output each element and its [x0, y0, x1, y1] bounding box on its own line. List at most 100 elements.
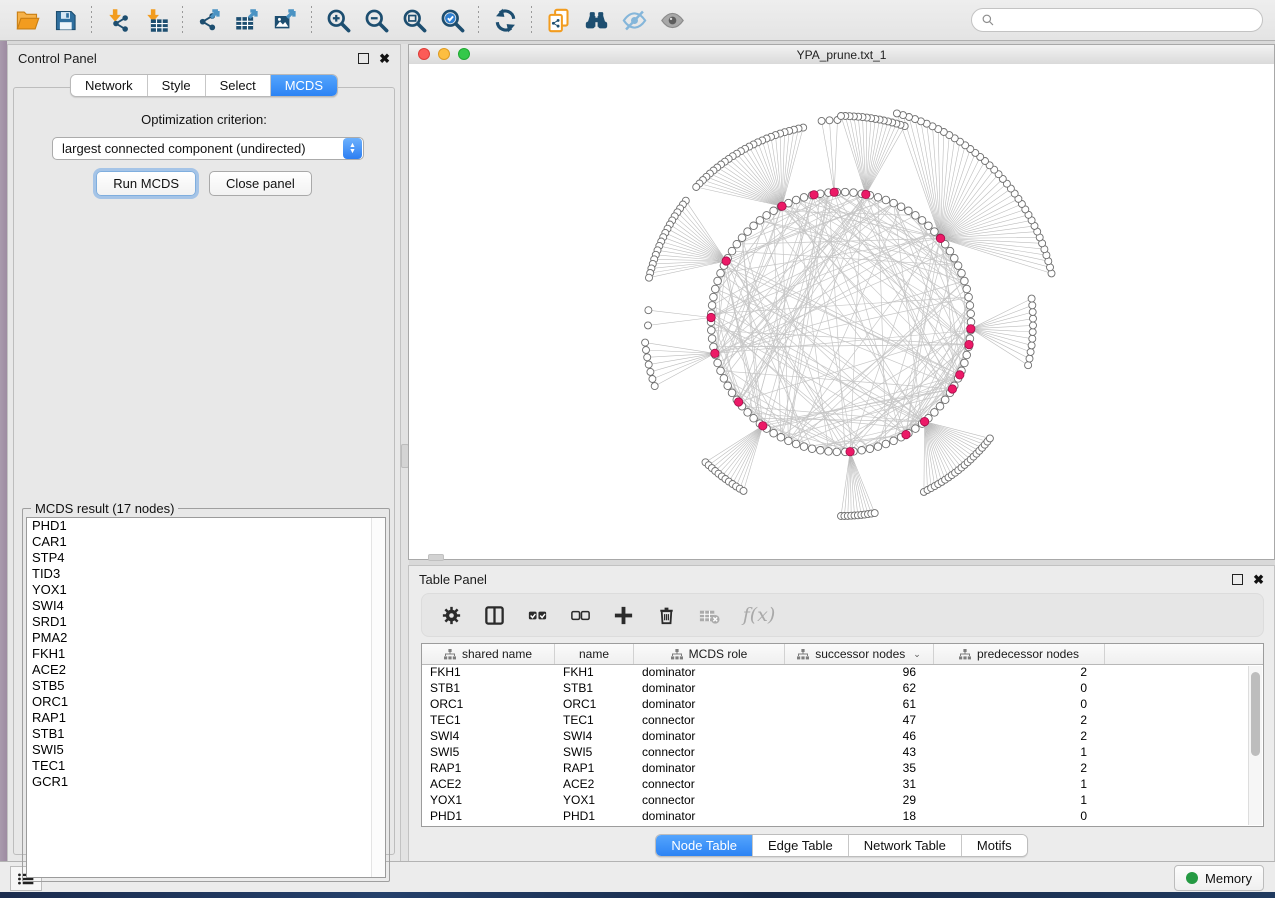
mcds-result-item[interactable]: STB1 [27, 726, 385, 742]
mcds-result-item[interactable]: PHD1 [27, 518, 385, 534]
tab-edge-table[interactable]: Edge Table [753, 835, 849, 856]
float-panel-icon[interactable] [358, 53, 369, 64]
run-mcds-button[interactable]: Run MCDS [96, 171, 196, 196]
table-row[interactable]: STB1STB1dominator620 [422, 681, 1263, 697]
zoom-fit-button[interactable] [395, 3, 433, 37]
mcds-result-item[interactable]: SWI4 [27, 598, 385, 614]
export-network-button[interactable] [190, 3, 228, 37]
deselect-all-button[interactable] [565, 600, 595, 630]
mcds-result-item[interactable]: TID3 [27, 566, 385, 582]
mcds-result-item[interactable]: CAR1 [27, 534, 385, 550]
network-window-titlebar[interactable]: YPA_prune.txt_1 [409, 45, 1274, 65]
tab-network[interactable]: Network [71, 75, 148, 96]
table-row[interactable]: RAP1RAP1dominator352 [422, 761, 1263, 777]
mcds-result-item[interactable]: STB5 [27, 678, 385, 694]
table-row[interactable]: SWI4SWI4dominator462 [422, 729, 1263, 745]
export-table-button[interactable] [228, 3, 266, 37]
close-table-panel-icon[interactable]: ✖ [1253, 575, 1264, 584]
refresh-button[interactable] [486, 3, 524, 37]
cell-shared_name: ACE2 [422, 777, 555, 793]
delete-column-icon [655, 604, 678, 627]
attribute-icon [797, 649, 809, 660]
result-list-scrollbar[interactable] [371, 518, 385, 877]
settings-icon [440, 604, 463, 627]
mcds-result-item[interactable]: FKH1 [27, 646, 385, 662]
mcds-result-item[interactable]: STP4 [27, 550, 385, 566]
cell-name: YOX1 [555, 793, 634, 809]
network-canvas[interactable] [409, 64, 1274, 559]
table-row[interactable]: PHD1PHD1dominator180 [422, 809, 1263, 825]
mcds-result-item[interactable]: PMA2 [27, 630, 385, 646]
duplicate-network-icon [545, 7, 572, 34]
import-table-button[interactable] [137, 3, 175, 37]
toolbar-separator [182, 6, 183, 34]
mcds-result-item[interactable]: SRD1 [27, 614, 385, 630]
split-view-button[interactable] [479, 600, 509, 630]
table-row[interactable]: TEC1TEC1connector472 [422, 713, 1263, 729]
mcds-result-item[interactable]: SWI5 [27, 742, 385, 758]
zoom-selected-button[interactable] [433, 3, 471, 37]
tab-motifs[interactable]: Motifs [962, 835, 1027, 856]
tab-select[interactable]: Select [206, 75, 271, 96]
column-header-shared-name[interactable]: shared name [422, 644, 555, 664]
table-scrollbar-thumb[interactable] [1251, 672, 1260, 756]
close-panel-icon[interactable]: ✖ [379, 54, 390, 63]
table-row[interactable]: YOX1YOX1connector291 [422, 793, 1263, 809]
tab-network-table[interactable]: Network Table [849, 835, 962, 856]
select-all-button[interactable] [522, 600, 552, 630]
mcds-result-item[interactable]: TEC1 [27, 758, 385, 774]
hide-selected-button[interactable] [615, 3, 653, 37]
search-network-button[interactable] [577, 3, 615, 37]
settings-button[interactable] [436, 600, 466, 630]
function-builder-icon: f(x) [743, 604, 776, 626]
table-row[interactable]: ORC1ORC1dominator610 [422, 697, 1263, 713]
table-row[interactable]: ACE2ACE2connector311 [422, 777, 1263, 793]
add-column-button[interactable] [608, 600, 638, 630]
delete-column-button[interactable] [651, 600, 681, 630]
search-input[interactable] [1001, 12, 1253, 28]
memory-button[interactable]: Memory [1174, 865, 1264, 891]
duplicate-network-button[interactable] [539, 3, 577, 37]
network-search-field[interactable] [971, 8, 1263, 32]
optimization-criterion-dropdown[interactable]: largest connected component (undirected)… [52, 137, 364, 160]
column-header-MCDS-role[interactable]: MCDS role [634, 644, 785, 664]
cell-successor_nodes: 61 [785, 697, 934, 713]
column-header-predecessor-nodes[interactable]: predecessor nodes [934, 644, 1105, 664]
delete-table-button[interactable] [694, 600, 724, 630]
horizontal-splitter-grip[interactable] [428, 554, 444, 561]
window-maximize-icon[interactable] [458, 48, 470, 60]
mcds-result-item[interactable]: GCR1 [27, 774, 385, 790]
export-image-button[interactable] [266, 3, 304, 37]
network-graph[interactable] [409, 64, 1274, 559]
open-file-button[interactable] [8, 3, 46, 37]
window-close-icon[interactable] [418, 48, 430, 60]
close-panel-button[interactable]: Close panel [209, 171, 312, 196]
cell-mcds_role: connector [634, 777, 785, 793]
mcds-result-item[interactable]: ORC1 [27, 694, 385, 710]
function-builder-button[interactable]: f(x) [737, 600, 781, 630]
mcds-result-item[interactable]: RAP1 [27, 710, 385, 726]
tab-style[interactable]: Style [148, 75, 206, 96]
table-scrollbar[interactable] [1248, 666, 1262, 825]
table-header-row: shared namenameMCDS rolesuccessor nodes⌄… [422, 644, 1263, 665]
import-network-button[interactable] [99, 3, 137, 37]
tab-mcds[interactable]: MCDS [271, 75, 337, 96]
mcds-result-item[interactable]: ACE2 [27, 662, 385, 678]
cell-successor_nodes: 29 [785, 793, 934, 809]
show-all-button[interactable] [653, 3, 691, 37]
cell-predecessor_nodes: 2 [934, 713, 1105, 729]
mcds-result-group: MCDS result (17 nodes) PHD1CAR1STP4TID3Y… [22, 508, 390, 882]
column-header-successor-nodes[interactable]: successor nodes⌄ [785, 644, 934, 664]
zoom-in-button[interactable] [319, 3, 357, 37]
cell-successor_nodes: 46 [785, 729, 934, 745]
tab-node-table[interactable]: Node Table [656, 835, 753, 856]
float-table-panel-icon[interactable] [1232, 574, 1243, 585]
mcds-result-item[interactable]: YOX1 [27, 582, 385, 598]
window-minimize-icon[interactable] [438, 48, 450, 60]
table-row[interactable]: FKH1FKH1dominator962 [422, 665, 1263, 681]
mcds-result-list[interactable]: PHD1CAR1STP4TID3YOX1SWI4SRD1PMA2FKH1ACE2… [26, 517, 386, 878]
zoom-out-button[interactable] [357, 3, 395, 37]
table-row[interactable]: SWI5SWI5connector431 [422, 745, 1263, 761]
save-session-button[interactable] [46, 3, 84, 37]
column-header-name[interactable]: name [555, 644, 634, 664]
